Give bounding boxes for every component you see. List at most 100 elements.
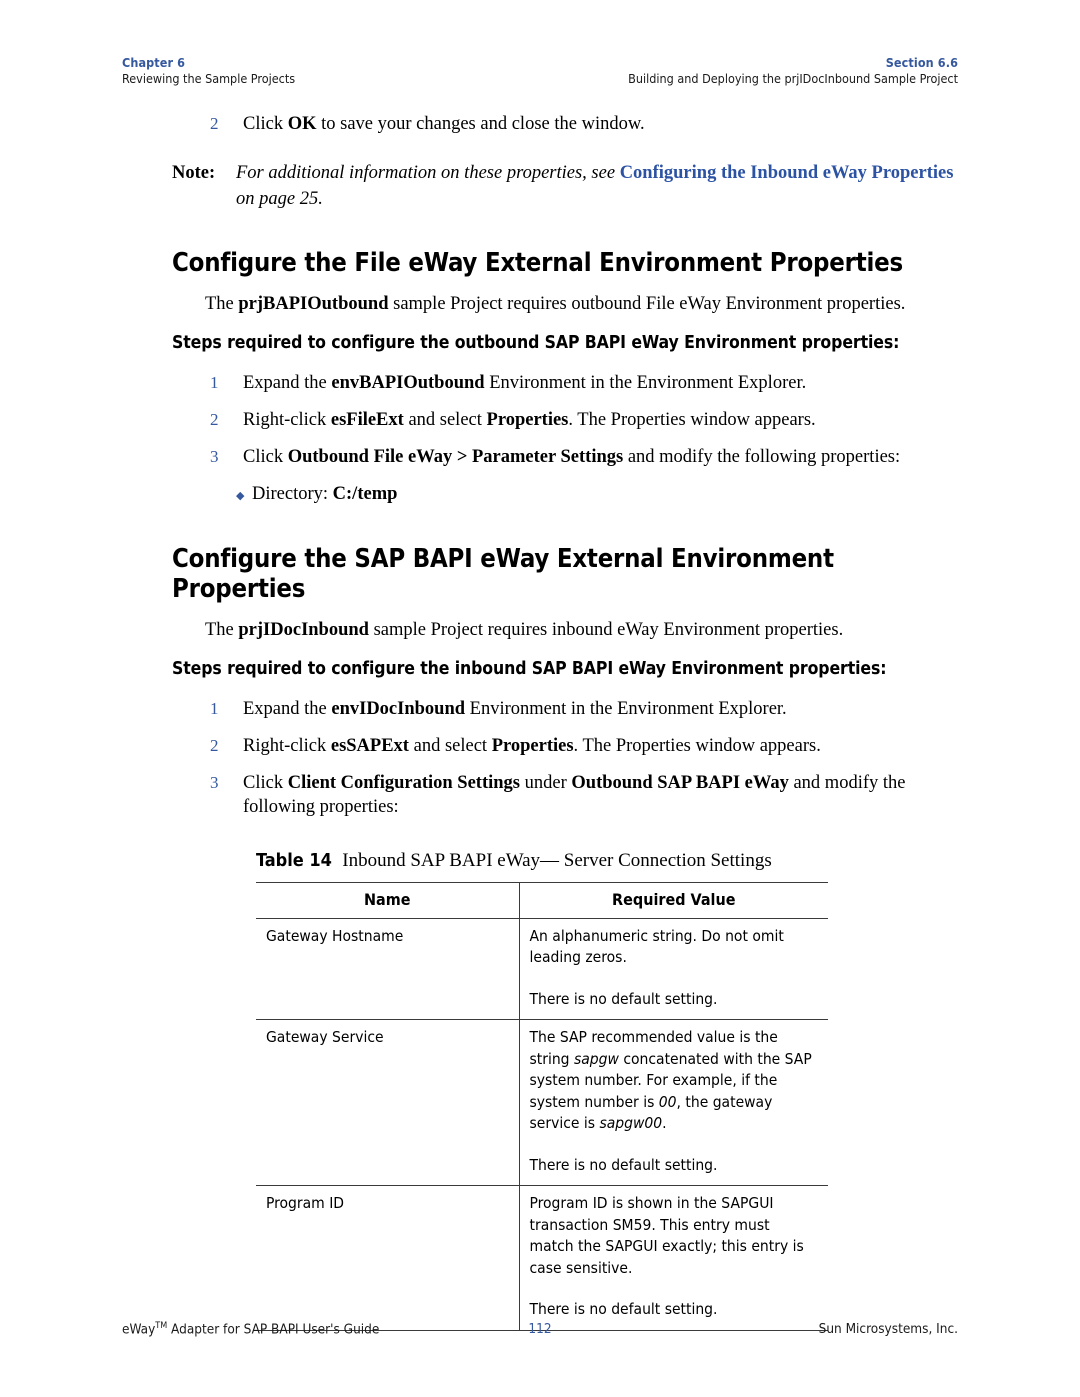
note-label: Note:	[172, 163, 216, 183]
bullet-value: C:/temp	[332, 484, 398, 504]
header-chapter-subtitle: Reviewing the Sample Projects	[122, 71, 296, 86]
document-page: Chapter 6 Reviewing the Sample Projects …	[0, 0, 1080, 1397]
table-caption: Table 14 Inbound SAP BAPI eWay— Server C…	[256, 849, 962, 873]
table-header-row: Name Required Value	[256, 882, 828, 919]
table-block: Table 14 Inbound SAP BAPI eWay— Server C…	[172, 849, 962, 1331]
cross-reference-link[interactable]: Configuring the Inbound eWay Properties	[620, 163, 954, 183]
cell-spacer	[530, 969, 819, 989]
cell-value-main: The SAP recommended value is the string …	[530, 1027, 819, 1135]
note-text-pre: For additional information on these prop…	[236, 163, 620, 183]
step-text-bold: envIDocInbound	[331, 699, 466, 719]
table-row: Gateway Hostname An alphanumeric string.…	[256, 917, 828, 1020]
section-heading-sap-bapi-eway: Configure the SAP BAPI eWay External Env…	[172, 544, 834, 604]
section-heading-file-eway: Configure the File eWay External Environ…	[172, 248, 903, 278]
step-text: Click Client Configuration Settings unde…	[243, 771, 962, 819]
cell-value-italic1: sapgw	[573, 1049, 619, 1068]
cell-value-part4: .	[662, 1114, 667, 1132]
cell-spacer	[530, 1279, 819, 1299]
para-pre: The	[205, 294, 239, 314]
cell-spacer	[530, 1135, 819, 1155]
cell-value-main: Program ID is shown in the SAPGUI transa…	[529, 1194, 804, 1277]
step-text: Expand the envIDocInbound Environment in…	[243, 697, 962, 721]
bullet-label: Directory:	[252, 484, 333, 504]
section1-intro-paragraph: The prjBAPIOutbound sample Project requi…	[172, 292, 962, 317]
para-pre: The	[205, 620, 239, 640]
step-text-pre: Click	[243, 114, 288, 134]
step-text-bold: esFileExt	[330, 410, 404, 430]
para-bold: prjBAPIOutbound	[238, 294, 389, 314]
step-text-mid: under	[520, 773, 572, 793]
footer-company: Sun Microsystems, Inc.	[818, 1321, 958, 1337]
list-item: 3 Click Outbound File eWay > Parameter S…	[172, 445, 962, 469]
step-text: Expand the envBAPIOutbound Environment i…	[243, 371, 962, 395]
step-text-mid: and select	[408, 736, 492, 756]
step-number: 3	[210, 773, 219, 792]
list-item: 2 Right-click esFileExt and select Prope…	[172, 408, 962, 432]
header-section-label: Section 6.6	[885, 55, 958, 70]
cell-value-italic2: 00	[658, 1092, 677, 1111]
step-text-pre: Click	[243, 773, 288, 793]
cell-setting-name: Gateway Service	[256, 1019, 520, 1186]
cell-setting-name: Program ID	[256, 1185, 520, 1331]
step-text-pre: Click	[243, 447, 288, 467]
step-text-post: and modify the following properties:	[623, 447, 901, 467]
cell-value-italic3: sapgw00	[599, 1114, 663, 1132]
step-text-bold: esSAPExt	[330, 736, 409, 756]
note-block: Note: For additional information on thes…	[172, 160, 962, 212]
cell-value-main: An alphanumeric string. Do not omit lead…	[529, 926, 784, 967]
header-left: Chapter 6 Reviewing the Sample Projects	[122, 55, 295, 87]
table-caption-title: Inbound SAP BAPI eWay— Server Connection…	[342, 850, 772, 871]
step-number: 2	[210, 410, 219, 429]
step-text-bold: OK	[287, 114, 317, 134]
cell-value-default: There is no default setting.	[529, 1155, 718, 1174]
running-header: Chapter 6 Reviewing the Sample Projects …	[122, 55, 958, 95]
footer-guide-title-post: Adapter for SAP BAPI User's Guide	[167, 1321, 380, 1338]
section2-steps-leadin: Steps required to configure the inbound …	[172, 659, 887, 679]
step-number: 2	[210, 114, 219, 133]
para-post: sample Project requires outbound File eW…	[388, 294, 906, 314]
step-text-pre: Expand the	[243, 699, 332, 719]
cell-value-default: There is no default setting.	[529, 989, 718, 1008]
table-row: Gateway Service The SAP recommended valu…	[256, 1019, 828, 1186]
step-number: 2	[210, 736, 219, 755]
step-number: 3	[210, 447, 219, 466]
note-text-post: on page 25.	[236, 189, 323, 209]
server-connection-settings-table: Name Required Value Gateway Hostname An …	[256, 882, 828, 1331]
step-text-post: Environment in the Environment Explorer.	[484, 373, 807, 393]
step-text-mid: and select	[403, 410, 487, 430]
step-text: Right-click esSAPExt and select Properti…	[243, 734, 962, 758]
step-text-bold: Client Configuration Settings	[287, 773, 521, 793]
section2-intro-paragraph: The prjIDocInbound sample Project requir…	[172, 618, 962, 643]
list-item: 3 Click Client Configuration Settings un…	[172, 771, 962, 819]
step-text-post: Environment in the Environment Explorer.	[465, 699, 787, 719]
running-footer: eWayTM Adapter for SAP BAPI User's Guide…	[122, 1321, 958, 1341]
header-right: Section 6.6 Building and Deploying the p…	[628, 55, 958, 87]
header-section-subtitle: Building and Deploying the prjIDocInboun…	[628, 71, 958, 86]
trademark-icon: TM	[155, 1321, 168, 1331]
bullet-text: Directory: C:/temp	[252, 482, 397, 506]
cell-required-value: An alphanumeric string. Do not omit lead…	[519, 917, 828, 1020]
para-post: sample Project requires inbound eWay Env…	[368, 620, 844, 640]
column-header-required-value: Required Value	[519, 882, 828, 919]
list-item: 2 Click OK to save your changes and clos…	[172, 112, 962, 136]
step-text-bold: envBAPIOutbound	[331, 373, 485, 393]
step-text-post: . The Properties window appears.	[573, 736, 821, 756]
step-number: 1	[210, 699, 219, 718]
step-text-bold: Outbound File eWay > Parameter Settings	[287, 447, 624, 467]
step-text: Click Outbound File eWay > Parameter Set…	[243, 445, 962, 469]
footer-guide-title: eWayTM Adapter for SAP BAPI User's Guide	[122, 1321, 379, 1338]
step-text: Click OK to save your changes and close …	[243, 112, 962, 136]
step-text-pre: Right-click	[243, 736, 331, 756]
header-chapter-label: Chapter 6	[122, 55, 186, 70]
step-text-bold2: Properties	[486, 410, 569, 430]
cell-required-value: The SAP recommended value is the string …	[519, 1019, 828, 1186]
cell-setting-name: Gateway Hostname	[256, 917, 520, 1020]
step-text-pre: Right-click	[243, 410, 331, 430]
table-caption-number: Table 14	[256, 850, 332, 871]
list-item: ◆ Directory: C:/temp	[172, 482, 962, 508]
table-row: Program ID Program ID is shown in the SA…	[256, 1185, 828, 1331]
diamond-bullet-icon: ◆	[236, 490, 245, 502]
list-item: 1 Expand the envBAPIOutbound Environment…	[172, 371, 962, 395]
step-text-pre: Expand the	[243, 373, 332, 393]
list-item: 1 Expand the envIDocInbound Environment …	[172, 697, 962, 721]
